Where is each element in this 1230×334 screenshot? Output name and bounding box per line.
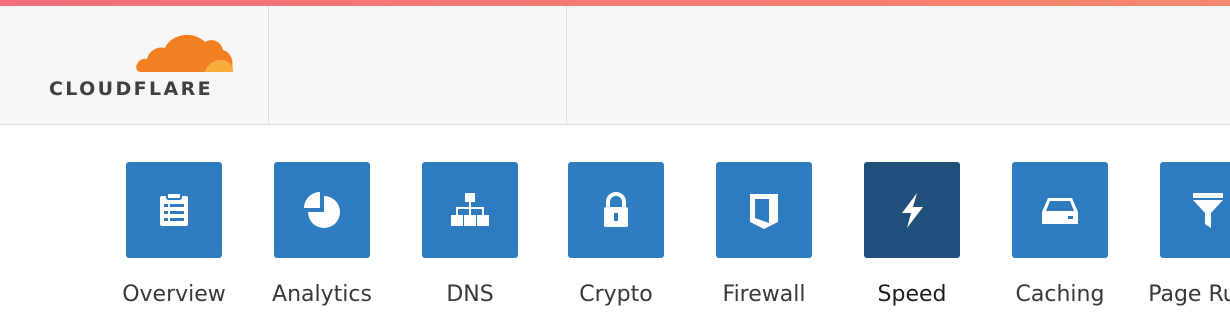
nav-item-label: Page Rules: [1148, 282, 1230, 307]
nav-item-crypto[interactable]: Crypto: [541, 162, 691, 328]
nav-item-caching[interactable]: Caching: [985, 162, 1135, 328]
hard-drive-icon: [1042, 198, 1078, 224]
nav-item-page-rules[interactable]: Page Rules: [1133, 162, 1230, 328]
filter-funnel-icon: [1193, 193, 1223, 228]
nav-item-label: Caching: [1015, 282, 1105, 307]
pie-chart-icon: [304, 192, 340, 228]
nav-item-speed[interactable]: Speed: [837, 162, 987, 328]
nav-item-label: Overview: [122, 282, 226, 307]
lightning-bolt-icon: [902, 193, 923, 228]
clipboard-list-icon: [160, 192, 188, 226]
nav-item-analytics[interactable]: Analytics: [247, 162, 397, 328]
lock-icon: [604, 192, 628, 227]
nav-item-firewall[interactable]: Firewall: [689, 162, 839, 328]
cloud-logo-icon: [136, 34, 234, 72]
nav-item-label: Firewall: [722, 282, 806, 307]
nav-item-overview[interactable]: Overview: [99, 162, 249, 328]
logo-wordmark: CLOUDFLARE: [48, 78, 214, 100]
header-zone-cell: [269, 6, 567, 125]
nav-item-label: Analytics: [272, 282, 372, 307]
cloudflare-logo[interactable]: CLOUDFLARE: [0, 6, 269, 125]
nav-item-label: Crypto: [579, 282, 653, 307]
nav-item-label: DNS: [446, 282, 494, 307]
nav-item-dns[interactable]: DNS: [395, 162, 545, 328]
shield-icon: [750, 194, 778, 229]
app-nav: Overview Analytics DNS Crypto Firewall S…: [0, 126, 1230, 334]
header: CLOUDFLARE: [0, 6, 1230, 125]
nav-item-label: Speed: [877, 282, 947, 307]
network-hierarchy-icon: [451, 193, 489, 226]
